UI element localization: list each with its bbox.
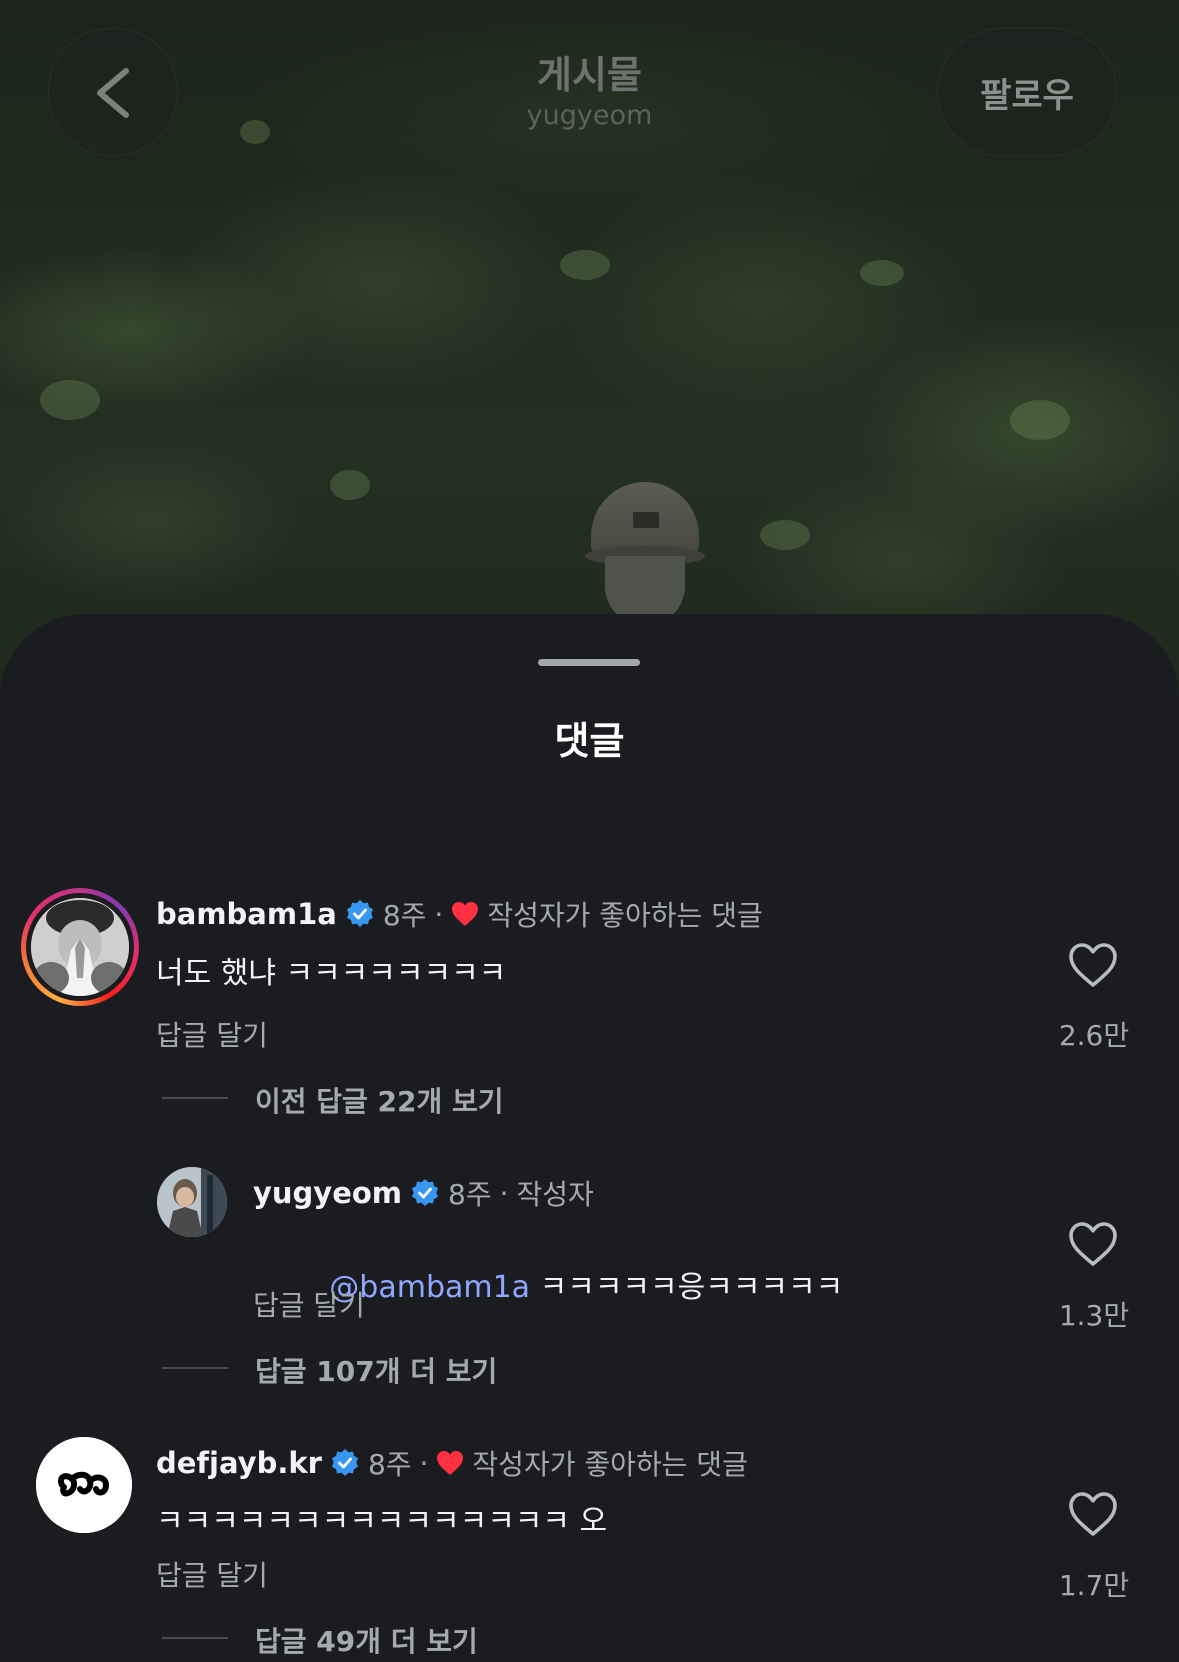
sheet-title: 댓글 [554, 719, 625, 763]
view-more-replies-button[interactable]: 답글 49개 더 보기 [255, 1620, 478, 1660]
comment-text: ㅋㅋㅋㅋㅋㅋㅋㅋㅋㅋㅋㅋㅋㅋㅋ 오 [156, 1504, 608, 1539]
author-badge: 작성자 [516, 1178, 594, 1211]
avatar-photo [157, 1167, 227, 1237]
like-heart-icon[interactable] [1068, 1491, 1118, 1537]
avatar-photo [31, 898, 129, 996]
comment-time: 8주 [382, 899, 427, 932]
like-count: 1.7만 [1058, 1569, 1130, 1602]
thread-line [162, 1367, 228, 1369]
comment-time: 8주 [367, 1448, 412, 1481]
meta-separator: · [499, 1176, 509, 1210]
reply-button[interactable]: 답글 달기 [253, 1284, 365, 1324]
comment-time: 8주 [448, 1178, 492, 1211]
like-count: 2.6만 [1058, 1019, 1130, 1052]
verified-badge-icon [346, 900, 373, 927]
comment-username[interactable]: defjayb.kr [156, 1446, 322, 1480]
like-heart-icon[interactable] [1068, 1221, 1118, 1267]
reply-button[interactable]: 답글 달기 [156, 1554, 268, 1594]
creator-liked-heart-icon [437, 1451, 464, 1475]
verified-badge-icon [331, 1449, 358, 1476]
meta-separator: · [434, 897, 444, 931]
like-count: 1.3만 [1058, 1299, 1130, 1332]
person-figure [585, 482, 705, 626]
comment-username[interactable]: bambam1a [156, 897, 337, 931]
comment-text: 너도 했냐 ㅋㅋㅋㅋㅋㅋㅋㅋ [156, 956, 507, 991]
reply-button[interactable]: 답글 달기 [156, 1014, 268, 1054]
like-heart-icon[interactable] [1068, 942, 1118, 988]
creator-liked-badge: 작성자가 좋아하는 댓글 [472, 1448, 748, 1481]
brand-logo-icon [36, 1437, 132, 1533]
meta-separator: · [419, 1446, 429, 1480]
thread-line [162, 1637, 228, 1639]
comment-text: ㅋㅋㅋㅋㅋ응ㅋㅋㅋㅋㅋ [530, 1270, 844, 1305]
post-comments-screen: 게시물 yugyeom 팔로우 댓글 bambam1a 8주 · 작성자가 좋아… [0, 0, 1179, 1662]
follow-button[interactable]: 팔로우 [937, 28, 1117, 156]
avatar[interactable] [157, 1167, 227, 1237]
comments-sheet: 댓글 bambam1a 8주 · 작성자가 좋아하는 댓글 너도 했냐 ㅋㅋㅋㅋ… [0, 614, 1179, 1662]
avatar[interactable] [31, 898, 129, 996]
view-more-replies-button[interactable]: 답글 107개 더 보기 [255, 1350, 497, 1390]
thread-line [162, 1097, 228, 1099]
sheet-drag-handle[interactable] [538, 659, 640, 666]
view-previous-replies-button[interactable]: 이전 답글 22개 보기 [255, 1080, 504, 1120]
verified-badge-icon [412, 1179, 439, 1206]
creator-liked-heart-icon [452, 902, 479, 926]
comment-username[interactable]: yugyeom [253, 1176, 402, 1210]
avatar[interactable] [36, 1437, 132, 1533]
creator-liked-badge: 작성자가 좋아하는 댓글 [487, 899, 763, 932]
